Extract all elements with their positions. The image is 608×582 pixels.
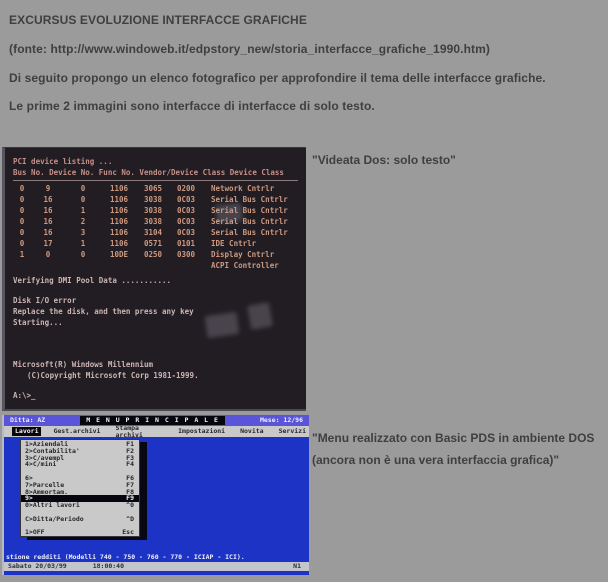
caption-pds-menu: "Menu realizzato con Basic PDS in ambien… <box>312 427 594 471</box>
menu-item-lavori[interactable]: Lavori <box>12 427 41 436</box>
pds-menubar: Lavori Gest.archivi Stampa archivi Impos… <box>4 426 309 437</box>
table-row-acpi: ACPI Controller <box>13 260 300 271</box>
status-indicator: N1 <box>293 563 301 570</box>
replace-disk-line: Replace the disk, and then press any key <box>13 306 300 317</box>
table-row: 0161110630380C03Serial Bus Cntrlr <box>13 205 300 216</box>
table-row: 0171110605710101IDE Cntrlr <box>13 238 300 249</box>
dropdown-item-cmini[interactable]: 4>C/miniF4 <box>21 461 139 468</box>
status-date: Sabato 20/03/99 <box>8 563 67 570</box>
menu-item-novita[interactable]: Novita <box>237 427 266 436</box>
table-row: 0160110630380C03Serial Bus Cntrlr <box>13 194 300 205</box>
dropdown-item-altri-lavori[interactable]: 0>Altri lavori^0 <box>21 502 139 509</box>
dos-boot-screenshot: PCI device listing ... Bus No. Device No… <box>2 147 306 411</box>
menu-item-gest-archivi[interactable]: Gest.archivi <box>50 427 103 436</box>
intro-paragraph-2: Le prime 2 immagini sono interfacce di i… <box>9 99 375 113</box>
lavori-dropdown-menu: 1>AziendaliF1 2>Contabilita'F2 3>C/avemp… <box>20 439 140 537</box>
copyright-line: (C)Copyright Microsoft Corp 1981-1999. <box>13 370 300 381</box>
command-prompt: A:\>_ <box>13 390 300 401</box>
table-row: 0162110630380C03Serial Bus Cntrlr <box>13 216 300 227</box>
pds-menu-screenshot: Ditta: AZ M E N U P R I N C I P A L E Me… <box>2 415 309 575</box>
table-row: 10010DE02500300Display Cntrlr <box>13 249 300 260</box>
menu-item-stampa-archivi[interactable]: Stampa archivi <box>112 424 166 440</box>
pds-statusbar: Sabato 20/03/99 18:00:40 N1 <box>4 562 309 571</box>
company-label: Ditta: AZ <box>10 417 45 424</box>
pci-listing-title: PCI device listing ... <box>13 156 300 167</box>
table-row: 0163110631040C03Serial Bus Cntrlr <box>13 227 300 238</box>
divider <box>13 180 298 182</box>
menu-item-servizi[interactable]: Servizi <box>276 427 309 436</box>
pci-table-header: Bus No. Device No. Func No. Vendor/Devic… <box>13 167 300 178</box>
month-label: Mese: 12/96 <box>260 417 303 424</box>
intro-paragraph-1: Di seguito propongo un elenco fotografic… <box>9 71 546 85</box>
verifying-dmi-line: Verifying DMI Pool Data ........... <box>13 275 300 286</box>
dropdown-item-off[interactable]: 1>OFFEsc <box>21 529 139 536</box>
menu-item-impostazioni[interactable]: Impostazioni <box>175 427 228 436</box>
page-title: EXCURSUS EVOLUZIONE INTERFACCE GRAFICHE <box>9 13 307 27</box>
pds-description-line: stione redditi (Modelli 740 - 750 - 760 … <box>6 554 245 561</box>
status-time: 18:00:40 <box>93 563 124 570</box>
windows-version-line: Microsoft(R) Windows Millennium <box>13 359 300 370</box>
dropdown-item-ammortam[interactable]: 8>Ammortam.F8 <box>21 489 139 496</box>
starting-line: Starting... <box>13 317 300 328</box>
disk-error-line: Disk I/O error <box>13 295 300 306</box>
document-page: { "page": { "title": "EXCURSUS EVOLUZION… <box>0 0 608 582</box>
table-row: 090110630650200Network Cntrlr <box>13 183 300 194</box>
caption-dos-screen: "Videata Dos: solo testo" <box>312 149 456 171</box>
dropdown-separator <box>21 468 139 475</box>
dropdown-item-ditta-periodo[interactable]: C>Ditta/Periodo^D <box>21 516 139 523</box>
source-url-line: (fonte: http://www.windoweb.it/edpstory_… <box>9 42 490 56</box>
